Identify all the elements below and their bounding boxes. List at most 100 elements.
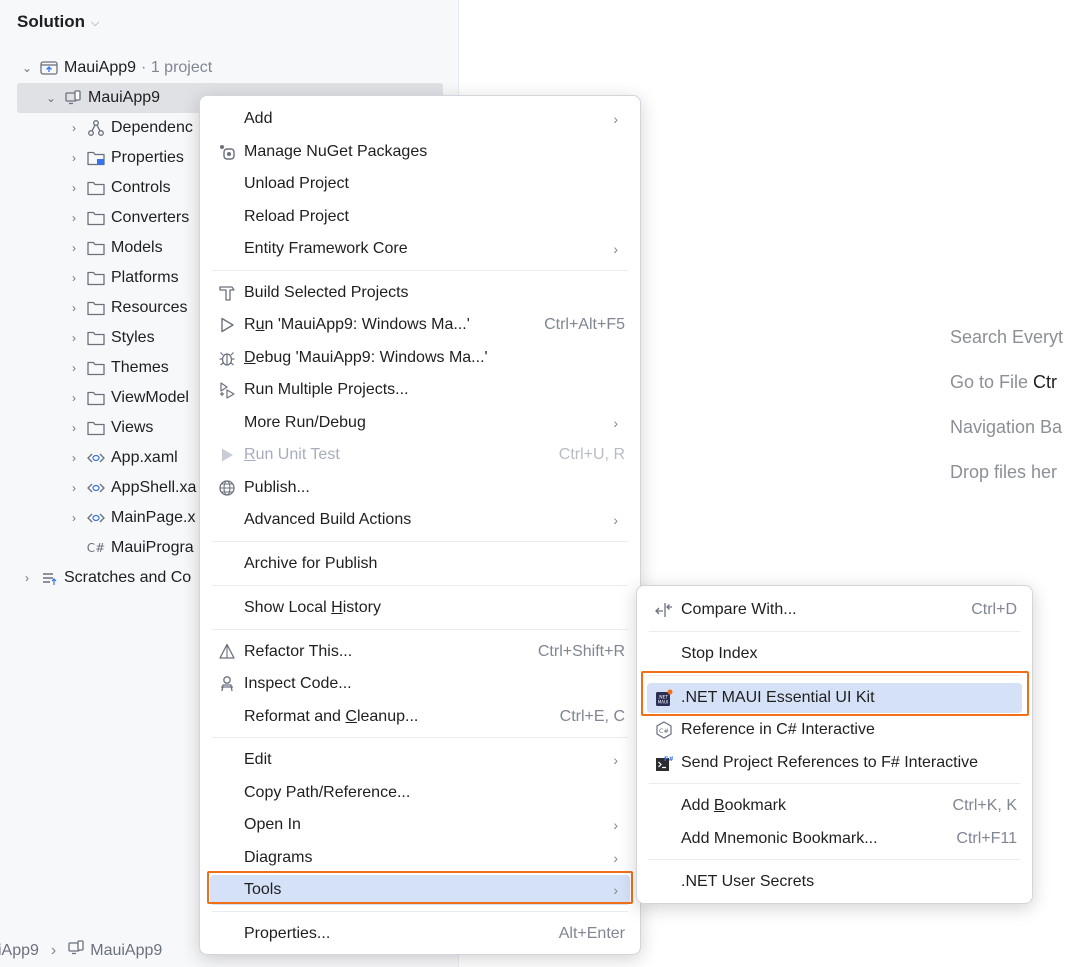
menu-item-copy-path[interactable]: Copy Path/Reference... — [210, 778, 630, 808]
menu-item-entity-framework[interactable]: Entity Framework Core › — [210, 234, 630, 264]
project-icon — [64, 89, 82, 107]
menu-item-local-history[interactable]: Show Local History — [210, 593, 630, 623]
breadcrumb-item-solution[interactable]: iApp9 — [0, 942, 39, 960]
menu-item-manage-nuget[interactable]: Manage NuGet Packages — [210, 137, 630, 167]
submenu-item-ref-csharp-interactive[interactable]: C# Reference in C# Interactive — [647, 715, 1022, 745]
tree-item-label: Controls — [111, 179, 171, 196]
menu-item-diagrams[interactable]: Diagrams › — [210, 843, 630, 873]
chevron-right-icon[interactable]: › — [67, 361, 81, 375]
menu-separator — [212, 911, 628, 912]
tree-item-label: Converters — [111, 209, 190, 226]
svg-text:C#: C# — [659, 727, 669, 735]
tree-item-label: MainPage.x — [111, 509, 196, 526]
menu-item-properties[interactable]: Properties... Alt+Enter — [210, 919, 630, 949]
menu-item-debug[interactable]: Debug 'MauiApp9: Windows Ma...' — [210, 343, 630, 373]
menu-item-edit[interactable]: Edit › — [210, 745, 630, 775]
menu-item-build-selected[interactable]: Build Selected Projects — [210, 278, 630, 308]
hammer-icon — [218, 284, 236, 302]
compare-icon — [655, 601, 673, 619]
menu-item-advanced-build[interactable]: Advanced Build Actions › — [210, 505, 630, 535]
chevron-right-icon[interactable]: › — [67, 301, 81, 315]
menu-item-publish[interactable]: Publish... — [210, 473, 630, 503]
chevron-right-icon[interactable]: › — [67, 421, 81, 435]
chevron-right-icon: › — [613, 111, 618, 127]
menu-item-reload-project[interactable]: Reload Project — [210, 202, 630, 232]
submenu-item-add-mnemonic-bookmark[interactable]: Add Mnemonic Bookmark... Ctrl+F11 — [647, 824, 1022, 854]
submenu-item-add-bookmark[interactable]: Add Bookmark Ctrl+K, K — [647, 791, 1022, 821]
tools-submenu: Compare With... Ctrl+D Stop Index .NET MA… — [636, 585, 1033, 904]
tree-item-label: Resources — [111, 299, 188, 316]
tree-item-label: App.xaml — [111, 449, 178, 466]
fsharp-terminal-icon: F# — [655, 754, 673, 772]
chevron-right-icon[interactable]: › — [67, 211, 81, 225]
tree-item-label: Properties — [111, 149, 184, 166]
xaml-file-icon — [87, 509, 105, 527]
menu-item-more-run-debug[interactable]: More Run/Debug › — [210, 408, 630, 438]
run-icon — [218, 446, 236, 464]
tree-item-label: Models — [111, 239, 163, 256]
chevron-right-icon: › — [613, 512, 618, 528]
chevron-right-icon: › — [613, 415, 618, 431]
xaml-file-icon — [87, 449, 105, 467]
scratches-icon — [40, 569, 58, 587]
submenu-item-compare-with[interactable]: Compare With... Ctrl+D — [647, 595, 1022, 625]
panel-title: Solution — [17, 12, 85, 31]
chevron-down-icon[interactable]: ⌄ — [20, 61, 34, 75]
chevron-right-icon[interactable]: › — [67, 511, 81, 525]
chevron-right-icon[interactable]: › — [20, 571, 34, 585]
breadcrumb-item-project[interactable]: MauiApp9 — [68, 940, 162, 961]
inspect-icon — [218, 675, 236, 693]
submenu-item-send-fsharp[interactable]: F# Send Project References to F# Interac… — [647, 748, 1022, 778]
chevron-right-icon[interactable]: › — [67, 151, 81, 165]
chevron-right-icon[interactable]: › — [67, 121, 81, 135]
submenu-item-user-secrets[interactable]: .NET User Secrets — [647, 867, 1022, 897]
hint-search-everywhere: Search Everyt — [950, 327, 1064, 347]
tree-item-label: Dependenc — [111, 119, 193, 136]
folder-icon — [87, 299, 105, 317]
menu-item-add[interactable]: Add › — [210, 104, 630, 134]
menu-separator — [649, 783, 1020, 784]
menu-item-reformat-cleanup[interactable]: Reformat and Cleanup... Ctrl+E, C — [210, 702, 630, 732]
menu-separator — [212, 541, 628, 542]
menu-item-run-multiple[interactable]: Run Multiple Projects... — [210, 375, 630, 405]
chevron-right-icon[interactable]: › — [67, 241, 81, 255]
tools-highlight-box — [207, 871, 633, 904]
maui-kit-highlight-box — [641, 671, 1029, 716]
folder-icon — [87, 179, 105, 197]
menu-separator — [212, 270, 628, 271]
project-context-menu: Add › Manage NuGet Packages Unload Projec… — [199, 95, 641, 955]
solution-panel-header[interactable]: Solution ⌵ — [17, 11, 99, 33]
chevron-right-icon[interactable]: › — [67, 331, 81, 345]
tree-item-label: Views — [111, 419, 154, 436]
hint-go-to-file: Go to File Ctr — [950, 372, 1058, 392]
menu-item-run-unit-test[interactable]: Run Unit Test Ctrl+U, R — [210, 440, 630, 470]
folder-icon — [87, 419, 105, 437]
menu-separator — [649, 859, 1020, 860]
folder-icon — [87, 209, 105, 227]
chevron-down-icon[interactable]: ⌄ — [44, 91, 58, 105]
dependencies-icon — [87, 119, 105, 137]
tree-item-label: Scratches and Co — [64, 569, 192, 586]
chevron-right-icon[interactable]: › — [67, 181, 81, 195]
tree-item-label: ViewModel — [111, 389, 189, 406]
chevron-down-icon[interactable]: ⌵ — [91, 17, 99, 30]
menu-item-run[interactable]: Run 'MauiApp9: Windows Ma...' Ctrl+Alt+F… — [210, 310, 630, 340]
chevron-right-icon[interactable]: › — [67, 481, 81, 495]
menu-item-open-in[interactable]: Open In › — [210, 810, 630, 840]
chevron-right-icon[interactable]: › — [67, 451, 81, 465]
globe-icon — [218, 479, 236, 497]
menu-item-archive-publish[interactable]: Archive for Publish — [210, 549, 630, 579]
csharp-interactive-icon: C# — [655, 721, 673, 739]
chevron-right-icon[interactable]: › — [67, 271, 81, 285]
xaml-file-icon — [87, 479, 105, 497]
submenu-item-stop-index[interactable]: Stop Index — [647, 639, 1022, 669]
menu-item-refactor[interactable]: Refactor This... Ctrl+Shift+R — [210, 637, 630, 667]
tree-item-label: MauiApp9 — [88, 89, 161, 106]
menu-item-unload-project[interactable]: Unload Project — [210, 169, 630, 199]
chevron-right-icon[interactable]: › — [67, 391, 81, 405]
hint-navigation-bar: Navigation Ba — [950, 417, 1063, 437]
tree-item-solution[interactable]: ⌄ MauiApp9 · 1 project — [0, 53, 443, 83]
run-icon — [218, 316, 236, 334]
menu-item-inspect-code[interactable]: Inspect Code... — [210, 669, 630, 699]
folder-icon — [87, 389, 105, 407]
